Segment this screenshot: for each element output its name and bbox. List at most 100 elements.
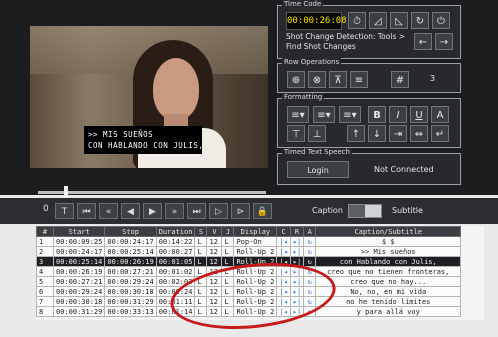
speaker-left-icon[interactable]: |◂ — [276, 236, 291, 247]
cell-stop[interactable]: 00:00:30:18 — [104, 286, 157, 297]
cell-stop[interactable]: 00:00:29:24 — [104, 276, 157, 287]
cell-duration[interactable]: 00:14:22 — [155, 236, 196, 247]
align-left-dropdown-icon[interactable]: ≡▾ — [287, 106, 309, 123]
cell-start[interactable]: 00:00:26:19 — [52, 266, 106, 277]
cell-j[interactable]: L — [221, 246, 235, 257]
toggle-knob[interactable] — [365, 205, 381, 217]
col-j-header[interactable]: J — [221, 226, 235, 237]
table-row[interactable]: 2 00:00:24:17 00:00:25:14 00:00:27 L 12 … — [36, 246, 462, 257]
play-caption-icon[interactable]: ⊳ — [231, 203, 250, 219]
find-shot-changes-link[interactable]: Find Shot Changes — [286, 42, 356, 51]
underline-icon[interactable]: U — [410, 106, 428, 123]
text-tool-icon[interactable]: T — [55, 203, 74, 219]
cell-caption[interactable]: y para allá voy — [315, 306, 462, 317]
col-number-header[interactable]: # — [36, 226, 54, 237]
cell-s[interactable]: L — [194, 256, 208, 267]
bold-icon[interactable]: B — [368, 106, 386, 123]
merge-rows-icon[interactable]: ⊼ — [329, 71, 347, 88]
col-duration-header[interactable]: Duration — [155, 226, 196, 237]
lock-icon[interactable]: 🔒 — [253, 203, 272, 219]
timer-icon[interactable]: ⏱ — [348, 12, 366, 29]
speaker-right-icon[interactable]: ▸| — [289, 236, 305, 247]
cell-caption[interactable]: creo que no tienen fronteras, — [315, 266, 462, 277]
cell-display[interactable]: Pop-On — [233, 236, 278, 247]
step-back-icon[interactable]: ◀ — [121, 203, 140, 219]
indent-both-icon[interactable]: ⇔ — [410, 125, 428, 142]
fast-forward-icon[interactable]: » — [165, 203, 184, 219]
skip-back-icon[interactable]: ⏮ — [77, 203, 96, 219]
col-c-header[interactable]: C — [276, 226, 291, 237]
align-center-dropdown-icon[interactable]: ≡▾ — [313, 106, 335, 123]
col-start-header[interactable]: Start — [52, 226, 106, 237]
cell-stop[interactable]: 00:00:24:17 — [104, 236, 157, 247]
line-break-icon[interactable]: ↵ — [431, 125, 449, 142]
table-row[interactable]: 1 00:00:09:25 00:00:24:17 00:14:22 L 12 … — [36, 236, 462, 247]
mark-out-icon[interactable]: ◺ — [390, 12, 408, 29]
cell-stop[interactable]: 00:00:26:19 — [104, 256, 157, 267]
delete-row-icon[interactable]: ⊗ — [308, 71, 326, 88]
cell-stop[interactable]: 00:00:33:13 — [104, 306, 157, 317]
power-icon[interactable]: ⏻ — [432, 12, 450, 29]
col-stop-header[interactable]: Stop — [104, 226, 157, 237]
cell-duration[interactable]: 00:00:27 — [155, 246, 196, 257]
cell-start[interactable]: 00:00:24:17 — [52, 246, 106, 257]
refresh-icon[interactable]: ↻ — [303, 246, 317, 257]
cell-v[interactable]: 12 — [206, 236, 223, 247]
video-preview[interactable]: >> MIS SUEÑOS CON HABLANDO CON JULIS, — [30, 26, 268, 168]
sync-icon[interactable]: ↻ — [411, 12, 429, 29]
arrow-right-icon[interactable]: → — [435, 33, 453, 50]
col-display-header[interactable]: Display — [233, 226, 278, 237]
font-color-icon[interactable]: A — [431, 106, 449, 123]
col-r-header[interactable]: R — [289, 226, 305, 237]
rewind-icon[interactable]: « — [99, 203, 118, 219]
col-caption-header[interactable]: Caption/Subtitle — [315, 226, 462, 237]
col-v-header[interactable]: V — [206, 226, 223, 237]
add-row-icon[interactable]: ⊕ — [287, 71, 305, 88]
cell-caption[interactable]: no he tenido límites — [315, 296, 462, 307]
cell-start[interactable]: 00:00:27:21 — [52, 276, 106, 287]
cell-start[interactable]: 00:00:25:14 — [52, 256, 106, 267]
cell-stop[interactable]: 00:00:27:21 — [104, 266, 157, 277]
cell-start[interactable]: 00:00:31:29 — [52, 306, 106, 317]
cell-caption[interactable]: >> Mis sueños — [315, 246, 462, 257]
cell-caption[interactable]: No, no, en mi vida — [315, 286, 462, 297]
cell-v[interactable]: 12 — [206, 256, 223, 267]
col-s-header[interactable]: S — [194, 226, 208, 237]
play-segment-icon[interactable]: ▷ — [209, 203, 228, 219]
cell-stop[interactable]: 00:00:31:29 — [104, 296, 157, 307]
italic-icon[interactable]: I — [389, 106, 407, 123]
align-top-icon[interactable]: ⊤ — [287, 125, 305, 142]
login-button[interactable]: Login — [287, 161, 349, 178]
cell-display[interactable]: Roll-Up 2 — [233, 246, 278, 257]
mark-in-icon[interactable]: ◿ — [369, 12, 387, 29]
speaker-left-icon[interactable]: |◂ — [276, 246, 291, 257]
row-number-icon[interactable]: # — [391, 71, 409, 88]
align-bottom-icon[interactable]: ⊥ — [308, 125, 326, 142]
cell-stop[interactable]: 00:00:25:14 — [104, 246, 157, 257]
play-icon[interactable]: ▶ — [143, 203, 162, 219]
move-down-icon[interactable]: ↓ — [368, 125, 386, 142]
refresh-icon[interactable]: ↻ — [303, 256, 317, 267]
cell-caption[interactable]: con Hablando con Julis, — [315, 256, 462, 267]
cell-start[interactable]: 00:00:29:24 — [52, 286, 106, 297]
speaker-right-icon[interactable]: ▸| — [289, 246, 305, 257]
timecode-display[interactable]: 00:00:26:08 — [286, 12, 347, 30]
cell-duration[interactable]: 00:01:02 — [155, 266, 196, 277]
cell-s[interactable]: L — [194, 246, 208, 257]
seek-handle[interactable] — [64, 186, 68, 198]
seek-bar[interactable] — [38, 191, 266, 194]
cell-start[interactable]: 00:00:30:18 — [52, 296, 106, 307]
skip-forward-icon[interactable]: ⏭ — [187, 203, 206, 219]
cell-caption[interactable]: creo que no hay... — [315, 276, 462, 287]
move-up-icon[interactable]: ↑ — [347, 125, 365, 142]
refresh-icon[interactable]: ↻ — [303, 236, 317, 247]
cell-j[interactable]: L — [221, 256, 235, 267]
align-right-dropdown-icon[interactable]: ≡▾ — [339, 106, 361, 123]
col-a-header[interactable]: A — [303, 226, 317, 237]
cell-j[interactable]: L — [221, 236, 235, 247]
split-row-icon[interactable]: ≡ — [350, 71, 368, 88]
indent-right-icon[interactable]: ⇥ — [389, 125, 407, 142]
cell-caption[interactable]: $ $ — [315, 236, 462, 247]
cell-s[interactable]: L — [194, 236, 208, 247]
cell-duration[interactable]: 00:01:05 — [155, 256, 196, 267]
